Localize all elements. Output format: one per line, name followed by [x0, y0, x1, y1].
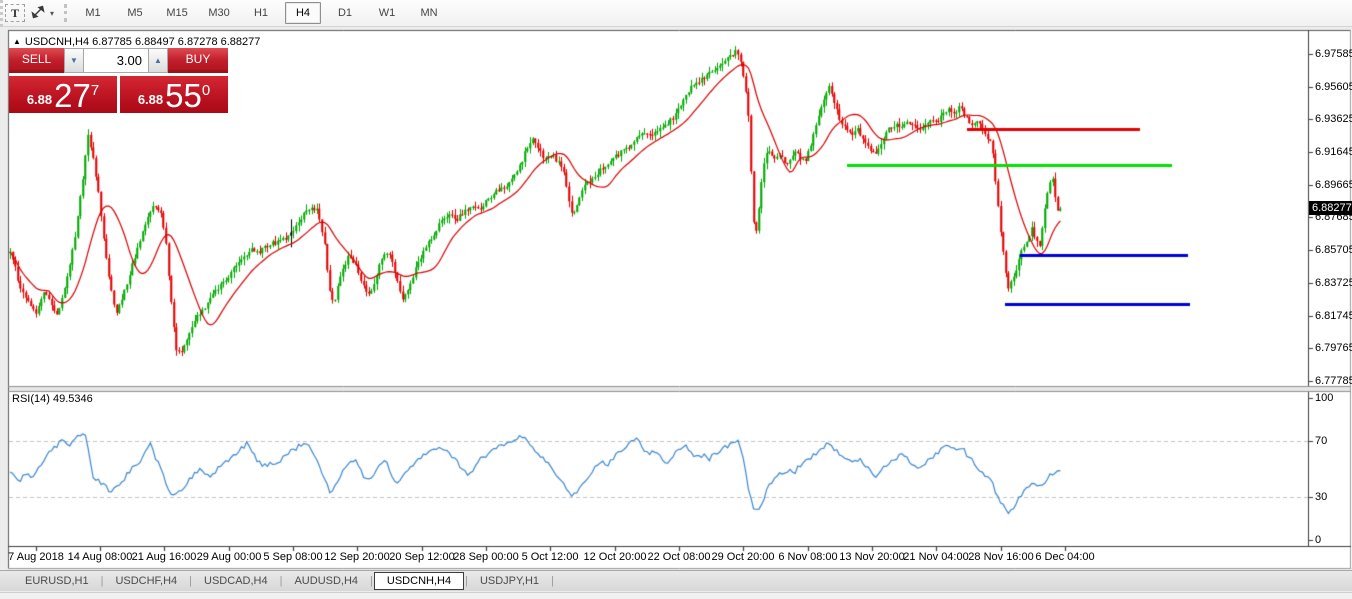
date-axis-label: 14 Aug 08:00 — [68, 551, 133, 563]
price-axis-label: 6.85705 — [1315, 244, 1352, 256]
sell-button[interactable]: SELL — [9, 48, 64, 73]
buy-price-big: 55 — [165, 81, 202, 111]
timeframe-button-w1[interactable]: W1 — [369, 2, 405, 24]
tab-eurusdh1[interactable]: EURUSD,H1 — [14, 572, 100, 590]
date-axis-label: 22 Oct 08:00 — [648, 551, 711, 563]
cursor-arrows-button[interactable] — [27, 3, 49, 23]
toolbar-grip[interactable] — [64, 4, 67, 22]
date-axis-label: 6 Dec 04:00 — [1035, 551, 1094, 563]
date-axis-label: 28 Sep 00:00 — [453, 551, 518, 563]
buy-price-box[interactable]: 6.88 55 0 — [120, 76, 228, 113]
tab-audusdh4[interactable]: AUDUSD,H4 — [283, 572, 369, 590]
date-axis-label: 12 Sep 20:00 — [324, 551, 389, 563]
date-axis-label: 5 Oct 12:00 — [522, 551, 579, 563]
volume-input[interactable]: 3.00 — [84, 48, 148, 73]
sell-price-sup: 7 — [91, 82, 99, 99]
ohlc-values: 6.87785 6.88497 6.87278 6.88277 — [92, 36, 260, 48]
price-axis-label: 6.97585 — [1315, 48, 1352, 60]
date-axis-label: 29 Aug 00:00 — [197, 551, 262, 563]
timeframe-button-m15[interactable]: M15 — [159, 2, 195, 24]
date-axis-label: 21 Nov 04:00 — [903, 551, 968, 563]
chevron-down-icon[interactable]: ▾ — [50, 9, 54, 18]
date-axis-label: 12 Oct 20:00 — [584, 551, 647, 563]
timeframe-button-h4[interactable]: H4 — [285, 2, 321, 24]
sell-price-box[interactable]: 6.88 27 7 — [9, 76, 117, 113]
toolbar: T ▾ M1 M5 M15 M30 H1 H4 D1 W1 MN — [0, 0, 1352, 27]
tab-separator: | — [550, 575, 555, 587]
volume-decrease-button[interactable]: ▼ — [64, 48, 84, 73]
chart-title: ▲ USDCNH,H4 6.87785 6.88497 6.87278 6.882… — [13, 36, 260, 48]
price-axis-label: 6.83725 — [1315, 277, 1352, 289]
collapse-icon[interactable]: ▲ — [13, 37, 21, 46]
one-click-trading-panel: SELL ▼ 3.00 ▲ BUY 6.88 27 7 6.88 55 0 — [9, 48, 228, 113]
rsi-axis-label: 70 — [1315, 435, 1327, 447]
price-axis-label: 6.77785 — [1315, 375, 1352, 387]
sell-price-prefix: 6.88 — [27, 92, 52, 107]
date-axis-label: 13 Nov 20:00 — [839, 551, 904, 563]
timeframe-bar: M1 M5 M15 M30 H1 H4 D1 W1 MN — [75, 2, 453, 24]
date-axis-label: 20 Sep 12:00 — [389, 551, 454, 563]
rsi-axis-label: 100 — [1315, 392, 1333, 404]
buy-price-prefix: 6.88 — [138, 92, 163, 107]
chart-tab-bar: EURUSD,H1|USDCHF,H4|USDCAD,H4|AUDUSD,H4|… — [0, 570, 1352, 591]
volume-increase-button[interactable]: ▲ — [148, 48, 168, 73]
rsi-axis-label: 30 — [1315, 491, 1327, 503]
price-axis-label: 6.89665 — [1315, 179, 1352, 191]
timeframe-button-d1[interactable]: D1 — [327, 2, 363, 24]
sell-price-big: 27 — [54, 81, 91, 111]
date-axis-label: 28 Nov 16:00 — [968, 551, 1033, 563]
tab-usdjpyh1[interactable]: USDJPY,H1 — [469, 572, 550, 590]
date-axis-label: 21 Aug 16:00 — [132, 551, 197, 563]
tab-usdchfh4[interactable]: USDCHF,H4 — [104, 572, 188, 590]
date-axis-label: 5 Sep 08:00 — [263, 551, 322, 563]
text-tool-button[interactable]: T — [5, 4, 25, 22]
cursor-arrows-icon — [31, 5, 45, 22]
timeframe-button-m5[interactable]: M5 — [117, 2, 153, 24]
date-axis-label: 7 Aug 2018 — [8, 551, 64, 563]
current-price-badge: 6.88277 — [1309, 201, 1352, 215]
tab-usdcnhh4[interactable]: USDCNH,H4 — [374, 572, 464, 590]
price-axis-label: 6.95605 — [1315, 81, 1352, 93]
timeframe-button-mn[interactable]: MN — [411, 2, 447, 24]
tab-usdcadh4[interactable]: USDCAD,H4 — [193, 572, 279, 590]
timeframe-button-m1[interactable]: M1 — [75, 2, 111, 24]
symbol-period-label: USDCNH,H4 — [25, 36, 92, 48]
date-axis-label: 29 Oct 20:00 — [712, 551, 775, 563]
date-axis-label: 6 Nov 08:00 — [778, 551, 837, 563]
buy-price-sup: 0 — [202, 82, 210, 99]
timeframe-button-h1[interactable]: H1 — [243, 2, 279, 24]
timeframe-button-m30[interactable]: M30 — [201, 2, 237, 24]
price-axis-label: 6.91645 — [1315, 146, 1352, 158]
rsi-axis-label: 0 — [1315, 534, 1321, 546]
buy-button[interactable]: BUY — [168, 48, 228, 73]
price-axis-label: 6.93625 — [1315, 113, 1352, 125]
price-axis-label: 6.79765 — [1315, 342, 1352, 354]
indicator-label: RSI(14) 49.5346 — [12, 393, 93, 405]
price-axis-label: 6.81745 — [1315, 310, 1352, 322]
